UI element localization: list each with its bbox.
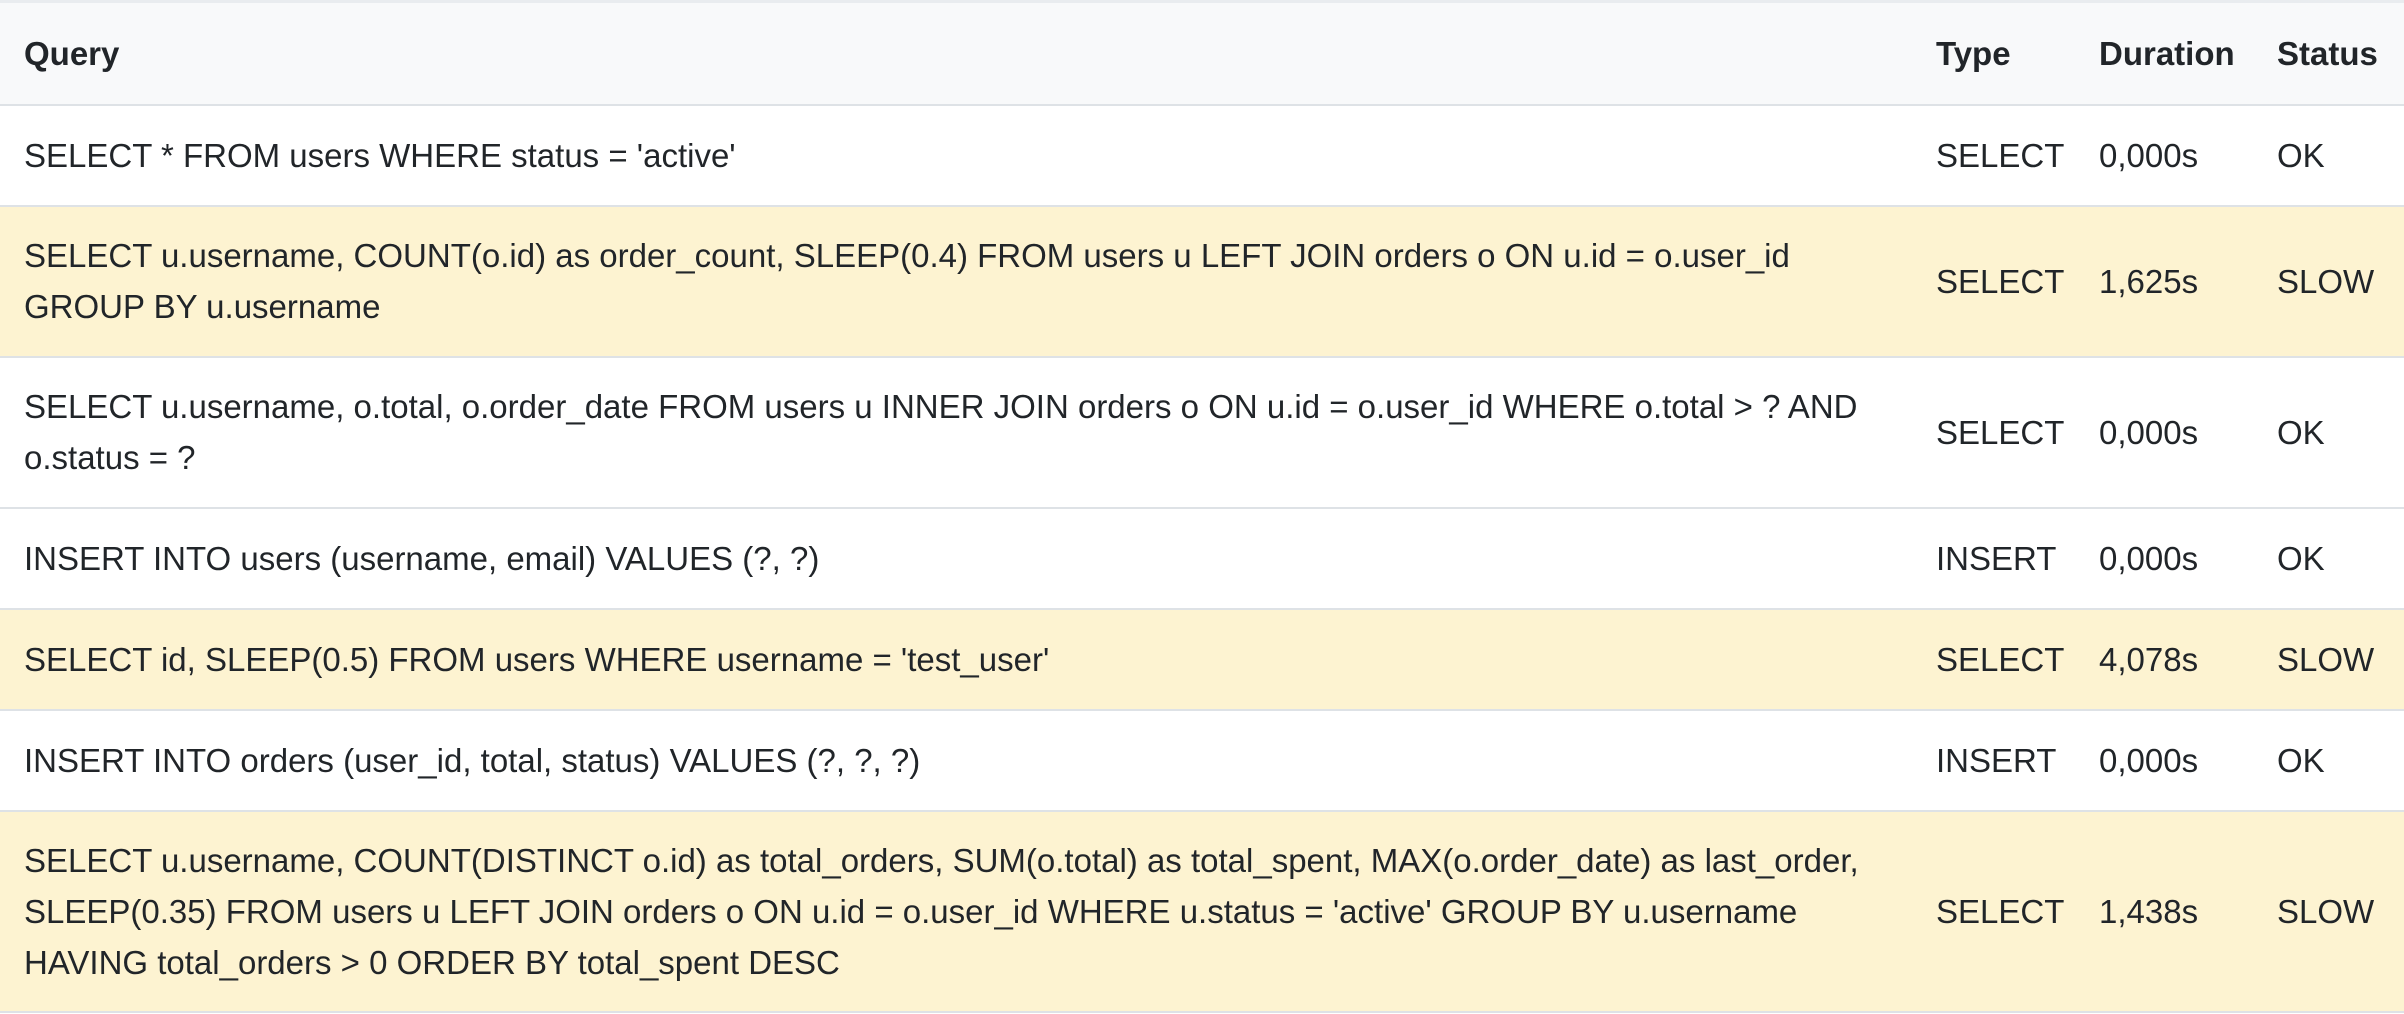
status-cell: OK — [2253, 104, 2404, 207]
type-cell: SELECT — [1912, 810, 2075, 1013]
table-header-row: Query Type Duration Status — [0, 0, 2404, 106]
column-header-query: Query — [0, 0, 1912, 106]
type-cell: SELECT — [1912, 356, 2075, 509]
duration-cell: 0,000s — [2075, 507, 2253, 610]
table-row: SELECT u.username, COUNT(o.id) as order_… — [0, 205, 2404, 358]
query-cell: SELECT u.username, o.total, o.order_date… — [0, 356, 1912, 509]
type-cell: SELECT — [1912, 205, 2075, 358]
type-cell: INSERT — [1912, 709, 2075, 812]
column-header-type: Type — [1912, 0, 2075, 106]
status-cell: OK — [2253, 507, 2404, 610]
duration-cell: 1,438s — [2075, 810, 2253, 1013]
type-cell: SELECT — [1912, 608, 2075, 711]
status-cell: SLOW — [2253, 608, 2404, 711]
query-cell: SELECT u.username, COUNT(DISTINCT o.id) … — [0, 810, 1912, 1013]
duration-cell: 0,000s — [2075, 356, 2253, 509]
status-cell: SLOW — [2253, 205, 2404, 358]
table-row: SELECT id, SLEEP(0.5) FROM users WHERE u… — [0, 608, 2404, 711]
duration-cell: 1,625s — [2075, 205, 2253, 358]
status-cell: OK — [2253, 709, 2404, 812]
duration-cell: 4,078s — [2075, 608, 2253, 711]
column-header-status: Status — [2253, 0, 2404, 106]
query-cell: SELECT id, SLEEP(0.5) FROM users WHERE u… — [0, 608, 1912, 711]
table-row: INSERT INTO users (username, email) VALU… — [0, 507, 2404, 610]
table-row: INSERT INTO orders (user_id, total, stat… — [0, 709, 2404, 812]
type-cell: INSERT — [1912, 507, 2075, 610]
table-row: SELECT u.username, COUNT(DISTINCT o.id) … — [0, 810, 2404, 1013]
duration-cell: 0,000s — [2075, 104, 2253, 207]
table-row: SELECT u.username, o.total, o.order_date… — [0, 356, 2404, 509]
query-cell: SELECT u.username, COUNT(o.id) as order_… — [0, 205, 1912, 358]
query-cell: INSERT INTO orders (user_id, total, stat… — [0, 709, 1912, 812]
column-header-duration: Duration — [2075, 0, 2253, 106]
duration-cell: 0,000s — [2075, 709, 2253, 812]
table-row: SELECT * FROM users WHERE status = 'acti… — [0, 104, 2404, 207]
query-cell: INSERT INTO users (username, email) VALU… — [0, 507, 1912, 610]
query-log-table: Query Type Duration Status SELECT * FROM… — [0, 0, 2404, 1013]
type-cell: SELECT — [1912, 104, 2075, 207]
status-cell: SLOW — [2253, 810, 2404, 1013]
query-log-table-container: Query Type Duration Status SELECT * FROM… — [0, 0, 2404, 1014]
status-cell: OK — [2253, 356, 2404, 509]
query-cell: SELECT * FROM users WHERE status = 'acti… — [0, 104, 1912, 207]
